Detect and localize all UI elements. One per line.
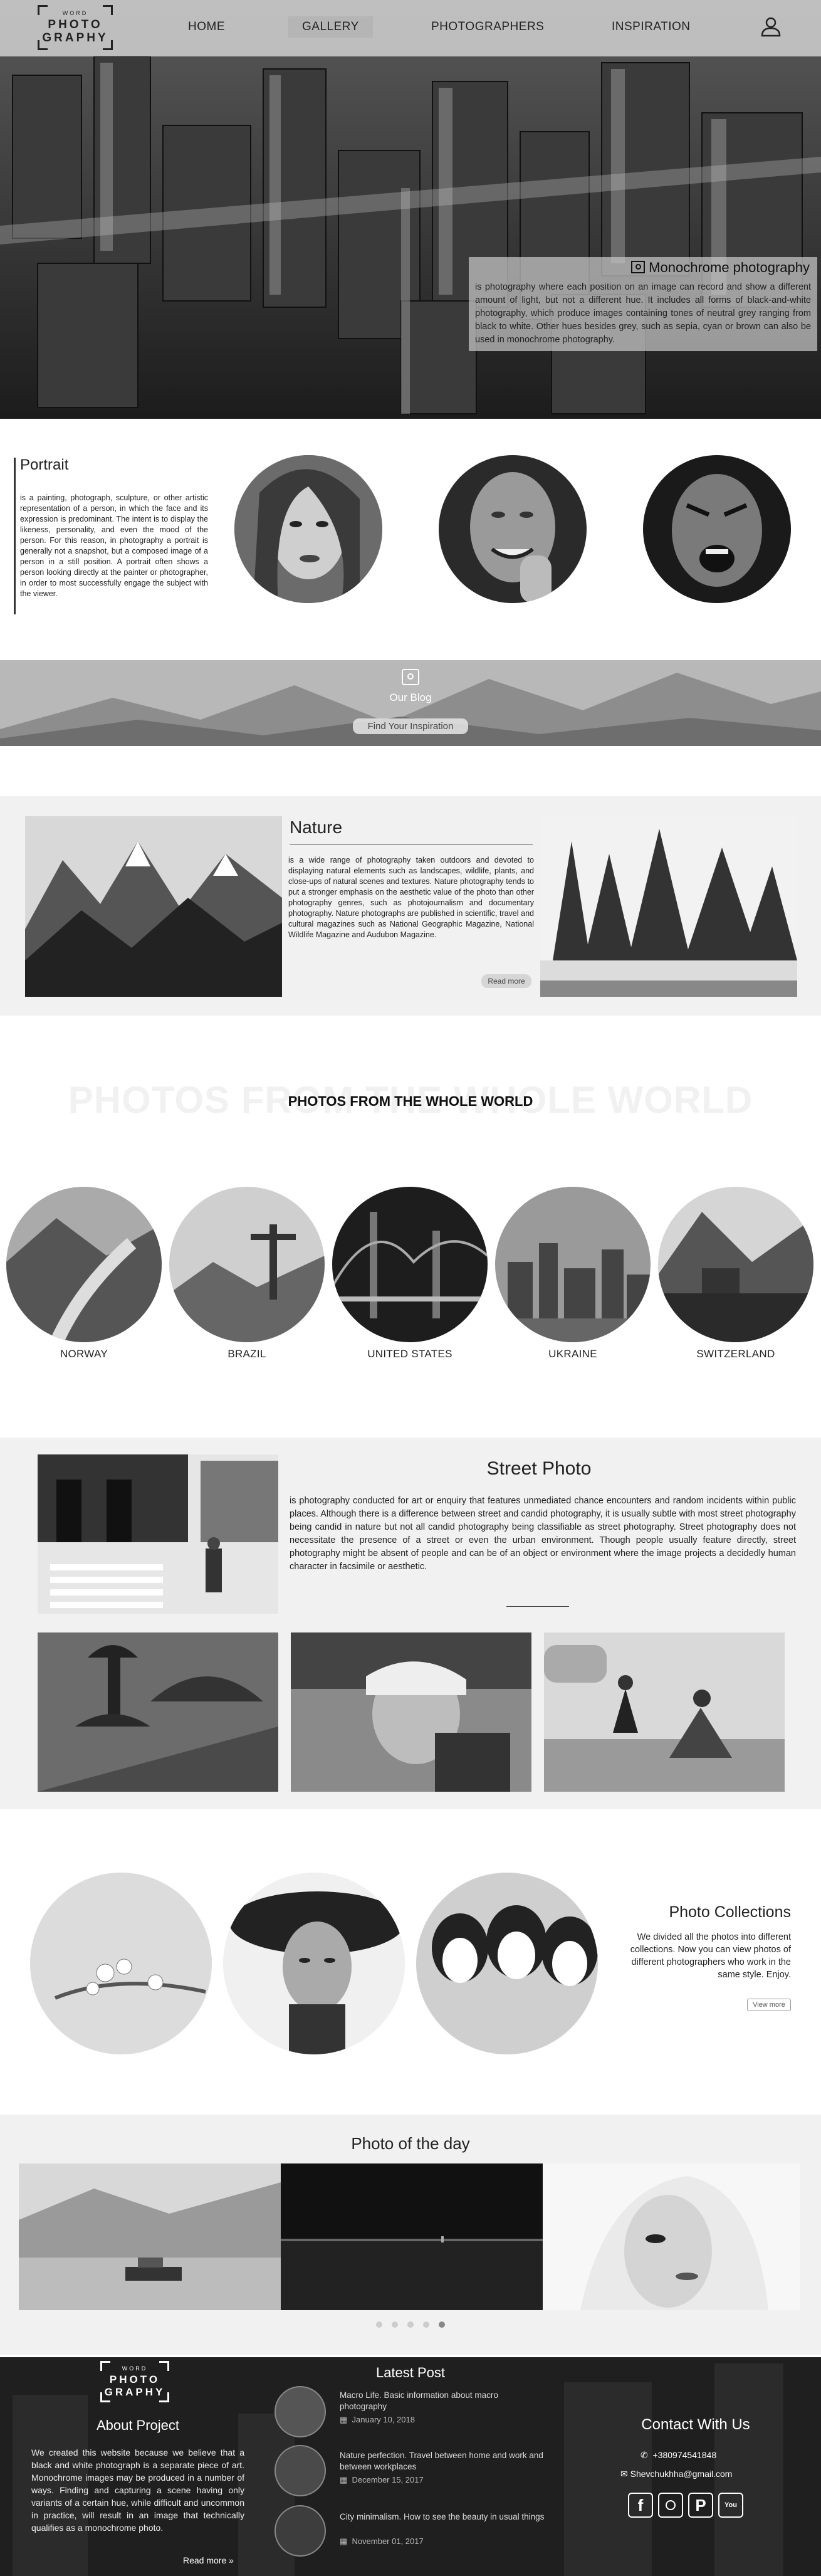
potd-slide-face[interactable] (543, 2163, 800, 2310)
country-photo-switzerland[interactable] (658, 1187, 813, 1342)
portrait-title: Portrait (20, 456, 69, 473)
phone-number[interactable]: +380974541848 (653, 2450, 717, 2460)
blog-banner: Our Blog Find Your Inspiration (0, 660, 821, 746)
logo-line-2: GRAPHY (42, 31, 108, 45)
nav-photographers[interactable]: PHOTOGRAPHERS (431, 20, 544, 34)
footer-logo[interactable]: WORD PHOTO GRAPHY (100, 2361, 169, 2402)
page: WORD PHOTO GRAPHY HOME GALLERY PHOTOGRAP… (0, 0, 821, 2576)
phone-row: ✆ +380974541848 (641, 2450, 716, 2461)
site-logo[interactable]: WORD PHOTO GRAPHY (38, 5, 113, 50)
hero-caption-title: Monochrome photography (649, 260, 810, 275)
country-label-brazil: BRAZIL (227, 1348, 266, 1360)
hero-city-image (0, 0, 821, 419)
street-photo-umbrellas[interactable] (38, 1632, 278, 1792)
post-thumb-1[interactable] (275, 2386, 326, 2437)
top-navigation: WORD PHOTO GRAPHY HOME GALLERY PHOTOGRAP… (0, 0, 821, 56)
nav-gallery[interactable]: GALLERY (288, 16, 373, 38)
collections-title: Photo Collections (669, 1903, 791, 1921)
post-date-2-text: December 15, 2017 (352, 2475, 424, 2484)
footer-logo-small: WORD (122, 2365, 148, 2372)
country-label-united-states: UNITED STATES (367, 1348, 452, 1360)
portrait-photo-2[interactable] (439, 455, 587, 603)
footer: WORD PHOTO GRAPHY About Project We creat… (0, 2357, 821, 2576)
hero-caption: Monochrome photography is photography wh… (469, 257, 817, 351)
hero-section (0, 0, 821, 419)
hero-caption-text: is photography where each position on an… (475, 282, 811, 345)
latest-post-title: Latest Post (375, 2365, 446, 2380)
street-photo-old-man[interactable] (291, 1632, 531, 1792)
facebook-icon[interactable]: f (628, 2493, 653, 2518)
slider-dot-5[interactable] (439, 2321, 445, 2328)
nature-mountain-image[interactable] (25, 816, 282, 997)
street-main-image[interactable] (38, 1454, 278, 1614)
logo-small-text: WORD (62, 10, 88, 16)
potd-title: Photo of the day (351, 2134, 470, 2153)
email-address[interactable]: Shevchukhha@gmail.com (630, 2469, 733, 2479)
street-photo-dancing-kids[interactable] (544, 1632, 785, 1792)
slider-dot-1[interactable] (376, 2321, 382, 2328)
find-inspiration-button[interactable]: Find Your Inspiration (353, 718, 468, 734)
logo-line-1: PHOTO (48, 18, 103, 31)
footer-read-more-link[interactable]: Read more » (183, 2555, 234, 2565)
country-photo-brazil[interactable] (169, 1187, 325, 1342)
nature-title: Nature (290, 817, 343, 837)
post-date-2: ▦ December 15, 2017 (340, 2475, 424, 2485)
collection-photo-blossom[interactable] (30, 1873, 212, 2054)
footer-logo-line-1: PHOTO (109, 2374, 160, 2385)
nature-forest-image[interactable] (540, 816, 797, 997)
slider-dot-3[interactable] (407, 2321, 414, 2328)
portrait-section: Portrait is a painting, photograph, scul… (0, 419, 821, 660)
post-thumb-2[interactable] (275, 2445, 326, 2496)
calendar-icon: ▦ (340, 2537, 348, 2546)
post-thumb-3[interactable] (275, 2505, 326, 2557)
nav-home[interactable]: HOME (188, 20, 225, 34)
post-title-1[interactable]: Macro Life. Basic information about macr… (340, 2390, 546, 2412)
country-label-switzerland: SWITZERLAND (696, 1348, 775, 1360)
country-label-ukraine: UKRAINE (548, 1348, 597, 1360)
country-photo-united-states[interactable] (332, 1187, 488, 1342)
phone-icon: ✆ (641, 2450, 648, 2460)
nature-text: is a wide range of photography taken out… (288, 856, 534, 939)
collection-photo-penguins[interactable] (416, 1873, 598, 2054)
collection-photo-hat-woman[interactable] (223, 1873, 405, 2054)
user-icon[interactable] (760, 15, 782, 38)
blog-label: Our Blog (389, 691, 432, 703)
country-label-norway: NORWAY (60, 1348, 108, 1360)
slider-dot-2[interactable] (392, 2321, 398, 2328)
country-photo-ukraine[interactable] (495, 1187, 651, 1342)
about-title: About Project (96, 2417, 180, 2433)
portrait-photo-1[interactable] (234, 455, 382, 603)
contact-title: Contact With Us (641, 2416, 750, 2433)
about-text: We created this website because we belie… (31, 2447, 244, 2533)
view-more-button[interactable]: View more (747, 1999, 791, 2011)
pinterest-icon[interactable]: P (688, 2493, 713, 2518)
potd-slide-ship[interactable] (19, 2163, 281, 2310)
nature-read-more-button[interactable]: Read more (481, 974, 531, 988)
country-photo-norway[interactable] (6, 1187, 162, 1342)
mail-icon: ✉ (620, 2469, 628, 2479)
footer-logo-line-2: GRAPHY (104, 2386, 165, 2398)
nav-inspiration[interactable]: INSPIRATION (612, 20, 691, 34)
portrait-photo-3[interactable] (643, 455, 791, 603)
instagram-icon[interactable] (658, 2493, 683, 2518)
calendar-icon: ▦ (340, 2415, 348, 2424)
potd-slide-sea[interactable] (281, 2163, 543, 2310)
street-title: Street Photo (486, 1458, 592, 1479)
street-text: is photography conducted for art or enqu… (290, 1496, 796, 1572)
post-title-3[interactable]: City minimalism. How to see the beauty i… (340, 2511, 546, 2523)
calendar-icon: ▦ (340, 2475, 348, 2484)
portrait-text: is a painting, photograph, sculpture, or… (20, 493, 208, 598)
world-title: PHOTOS FROM THE WHOLE WORLD (288, 1093, 533, 1109)
post-date-1-text: January 10, 2018 (352, 2415, 415, 2424)
post-title-2[interactable]: Nature perfection. Travel between home a… (340, 2450, 546, 2473)
collections-text: We divided all the photos into different… (630, 1932, 791, 1980)
slider-dot-4[interactable] (423, 2321, 429, 2328)
post-date-3-text: November 01, 2017 (352, 2537, 424, 2546)
post-date-1: ▦ January 10, 2018 (340, 2415, 415, 2425)
post-date-3: ▦ November 01, 2017 (340, 2537, 424, 2547)
email-row: ✉ Shevchukhha@gmail.com (620, 2469, 732, 2479)
hero-caption-icon (631, 261, 646, 273)
camera-icon (402, 669, 419, 685)
youtube-icon[interactable]: You (718, 2493, 743, 2518)
